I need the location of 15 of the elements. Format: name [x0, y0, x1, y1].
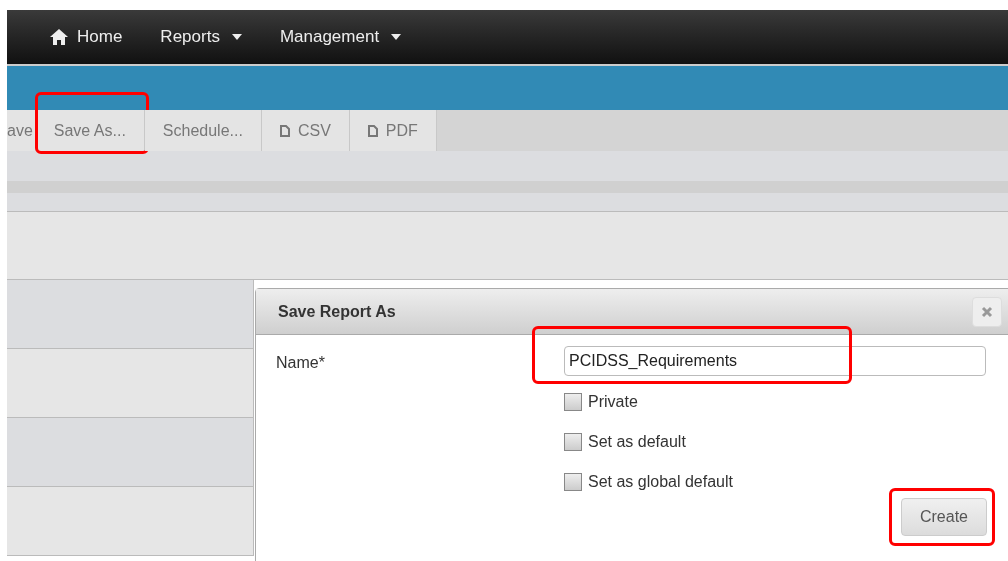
toolbar-button[interactable]: Schedule...: [144, 110, 262, 151]
toolbar-button[interactable]: Save As...: [35, 110, 145, 151]
nav-link[interactable]: Reports: [160, 24, 242, 50]
toolbar-button[interactable]: CSV: [261, 110, 350, 151]
name-label: Name*: [275, 353, 326, 373]
checkbox-label: Set as global default: [588, 472, 733, 492]
dialog-title: Save Report As: [278, 301, 396, 322]
name-input[interactable]: PCIDSS_Requirements: [564, 346, 986, 376]
nav-link[interactable]: Management: [279, 24, 402, 50]
create-button[interactable]: Create: [900, 498, 987, 536]
toolbar-button[interactable]: ave: [7, 110, 36, 151]
checkbox-label: Set as default: [588, 432, 686, 452]
toolbar-button[interactable]: PDF: [349, 110, 437, 151]
nav-link[interactable]: Home: [49, 24, 123, 50]
checkbox-label: Private: [588, 392, 638, 412]
